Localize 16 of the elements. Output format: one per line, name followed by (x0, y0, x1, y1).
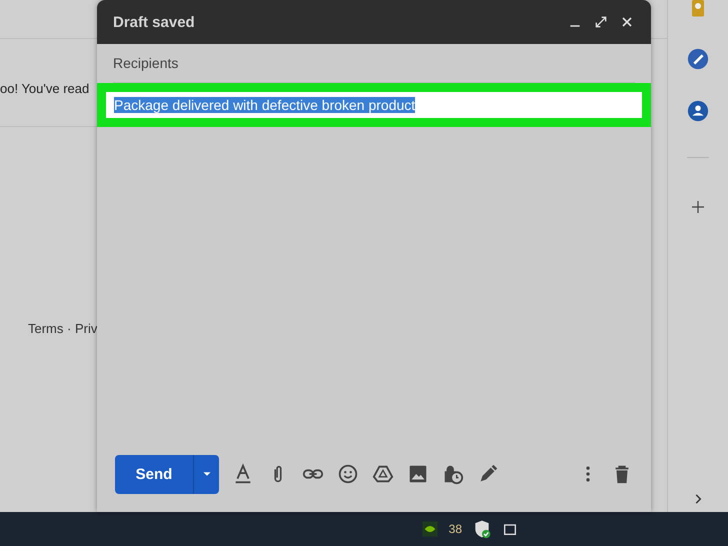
pencil-icon[interactable] (687, 48, 709, 70)
footer-links[interactable]: Terms · Priv (28, 321, 98, 336)
image-icon[interactable] (407, 463, 429, 485)
email-snippet: oo! You've read (0, 80, 90, 98)
temperature-reading: 38 (448, 522, 462, 536)
expand-icon[interactable] (593, 14, 609, 30)
drive-icon[interactable] (372, 463, 394, 485)
smiley-icon[interactable] (337, 463, 359, 485)
contacts-icon[interactable] (687, 100, 709, 122)
lock-clock-icon[interactable] (442, 463, 464, 485)
plus-icon[interactable] (689, 198, 707, 216)
subject-field[interactable]: Package delivered with defective broken product (106, 92, 642, 118)
window-title: Draft saved (113, 14, 196, 30)
send-options-button[interactable] (194, 454, 219, 494)
gpu-tray-icon[interactable] (420, 520, 439, 538)
send-button[interactable]: Send (115, 454, 194, 494)
